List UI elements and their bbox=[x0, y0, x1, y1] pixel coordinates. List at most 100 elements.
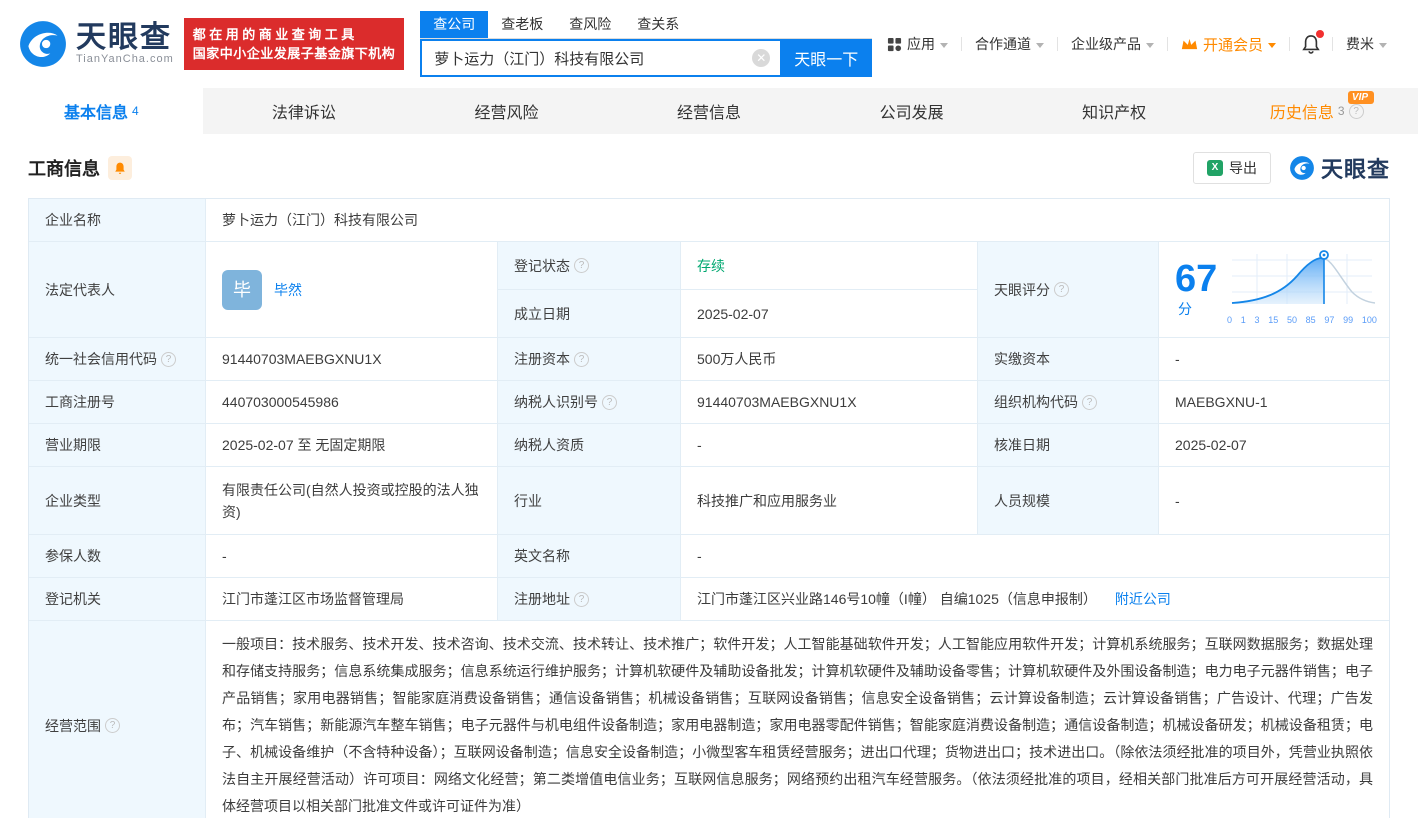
help-icon[interactable] bbox=[574, 258, 589, 273]
search-button[interactable]: 天眼一下 bbox=[780, 39, 873, 77]
tab-history-label: 历史信息 bbox=[1269, 105, 1334, 122]
slogan-line2: 国家中小企业发展子基金旗下机构 bbox=[192, 46, 396, 61]
industry-value: 科技推广和应用服务业 bbox=[681, 467, 978, 534]
table-row: 经营范围 一般项目：技术服务、技术开发、技术咨询、技术交流、技术转让、技术推广；… bbox=[29, 621, 1389, 818]
search-tab-boss[interactable]: 查老板 bbox=[488, 11, 556, 38]
tab-basic-count: 4 bbox=[131, 104, 139, 118]
field-label: 人员规模 bbox=[978, 467, 1159, 534]
top-header: 天眼查 TianYanCha.com 都在用的商业查询工具 国家中小企业发展子基… bbox=[0, 0, 1418, 88]
table-row: 企业类型 有限责任公司(自然人投资或控股的法人独资) 行业 科技推广和应用服务业… bbox=[29, 467, 1389, 535]
monitor-bell-button[interactable] bbox=[108, 156, 132, 180]
tab-history-info[interactable]: VIP 历史信息 3 bbox=[1215, 88, 1418, 134]
help-icon[interactable] bbox=[574, 591, 589, 607]
score-unit: 分 bbox=[1178, 300, 1192, 317]
table-row: 法定代表人 毕 毕然 登记状态 存续 成立日期 2025-02-07 天眼评分 bbox=[29, 242, 1389, 338]
menu-apps[interactable]: 应用 bbox=[874, 34, 961, 54]
excel-icon: X bbox=[1206, 160, 1223, 176]
field-label: 企业名称 bbox=[29, 199, 206, 241]
tab-legal[interactable]: 法律诉讼 bbox=[203, 88, 406, 134]
field-label: 统一社会信用代码 bbox=[29, 338, 206, 380]
paid-capital-value: - bbox=[1175, 351, 1180, 367]
help-icon[interactable] bbox=[602, 394, 617, 410]
menu-vip[interactable]: 开通会员 bbox=[1168, 34, 1289, 55]
score-value: 67 bbox=[1175, 257, 1218, 300]
tab-company-development[interactable]: 公司发展 bbox=[810, 88, 1013, 134]
field-label: 经营范围 bbox=[29, 621, 206, 818]
help-icon[interactable] bbox=[105, 718, 120, 733]
field-label: 注册资本 bbox=[498, 338, 681, 380]
chevron-down-icon bbox=[939, 42, 948, 48]
business-info-table: 企业名称 萝卜运力（江门）科技有限公司 法定代表人 毕 毕然 登记状态 存续 成… bbox=[28, 198, 1390, 818]
menu-apps-label: 应用 bbox=[906, 36, 935, 52]
field-label: 工商注册号 bbox=[29, 381, 206, 423]
crown-icon bbox=[1181, 38, 1198, 50]
credit-code-value: 91440703MAEBGXNU1X bbox=[206, 338, 498, 380]
search-tabs: 查公司 查老板 查风险 查关系 bbox=[420, 11, 873, 39]
search-tab-company[interactable]: 查公司 bbox=[420, 11, 489, 38]
reg-number-value: 440703000545986 bbox=[206, 381, 498, 423]
notifications-bell[interactable] bbox=[1290, 30, 1332, 54]
username: 费米 bbox=[1346, 36, 1374, 52]
tab-operating-info[interactable]: 经营信息 bbox=[608, 88, 811, 134]
menu-enterprise[interactable]: 企业级产品 bbox=[1058, 34, 1167, 54]
score-axis-ticks: 01 3 15 50 85 97 99 100 bbox=[1227, 315, 1377, 325]
reg-authority-value: 江门市蓬江区市场监督管理局 bbox=[206, 578, 498, 620]
search-tab-relation[interactable]: 查关系 bbox=[624, 11, 692, 38]
tianyancha-logo[interactable]: 天眼查 TianYanCha.com bbox=[18, 19, 174, 69]
help-icon[interactable] bbox=[1348, 103, 1364, 119]
chevron-down-icon bbox=[1268, 42, 1276, 48]
tab-basic-info[interactable]: 基本信息 4 bbox=[0, 88, 203, 134]
field-label: 纳税人识别号 bbox=[498, 381, 681, 423]
reg-status-value: 存续 bbox=[681, 242, 977, 290]
menu-partner[interactable]: 合作通道 bbox=[962, 34, 1057, 54]
user-menu[interactable]: 费米 bbox=[1333, 34, 1400, 54]
tab-legal-label: 法律诉讼 bbox=[271, 105, 336, 122]
slogan-badge: 都在用的商业查询工具 国家中小企业发展子基金旗下机构 bbox=[183, 18, 405, 70]
chevron-down-icon bbox=[1035, 42, 1044, 48]
table-row: 营业期限 2025-02-07 至 无固定期限 纳税人资质 - 核准日期 202… bbox=[29, 424, 1389, 467]
tab-intellectual-property[interactable]: 知识产权 bbox=[1013, 88, 1216, 134]
reg-capital-value: 500万人民币 bbox=[681, 338, 978, 380]
field-label: 核准日期 bbox=[978, 424, 1159, 466]
table-row: 工商注册号 440703000545986 纳税人识别号 91440703MAE… bbox=[29, 381, 1389, 424]
search-input[interactable] bbox=[420, 39, 781, 77]
score-cell: 67分 0 1 3 15 50 85 97 99 100 bbox=[1159, 242, 1389, 337]
table-row: 统一社会信用代码 91440703MAEBGXNU1X 注册资本 500万人民币… bbox=[29, 338, 1389, 381]
help-icon[interactable] bbox=[161, 351, 176, 367]
field-label: 法定代表人 bbox=[29, 242, 206, 337]
logo-swirl-icon bbox=[20, 21, 66, 67]
help-icon[interactable] bbox=[574, 351, 589, 367]
search-tab-risk[interactable]: 查风险 bbox=[556, 11, 624, 38]
legal-rep-link[interactable]: 毕然 bbox=[274, 279, 302, 301]
company-name-value: 萝卜运力（江门）科技有限公司 bbox=[222, 212, 418, 228]
watermark-brand-text: 天眼查 bbox=[1320, 157, 1390, 182]
taxpayer-id-value: 91440703MAEBGXNU1X bbox=[681, 381, 978, 423]
notification-dot bbox=[1316, 30, 1324, 38]
avatar: 毕 bbox=[222, 269, 262, 310]
score-distribution-chart: 01 3 15 50 85 97 99 100 bbox=[1227, 248, 1377, 331]
search-module: 查公司 查老板 查风险 查关系 ✕ 天眼一下 bbox=[420, 11, 873, 77]
field-label: 登记机关 bbox=[29, 578, 206, 620]
table-row: 企业名称 萝卜运力（江门）科技有限公司 bbox=[29, 199, 1389, 242]
menu-enterprise-label: 企业级产品 bbox=[1070, 36, 1141, 52]
slogan-line1: 都在用的商业查询工具 bbox=[192, 27, 358, 42]
field-label: 登记状态 bbox=[498, 242, 681, 290]
export-button[interactable]: X 导出 bbox=[1192, 152, 1271, 184]
field-label: 成立日期 bbox=[498, 290, 681, 337]
logo-swirl-icon bbox=[1290, 156, 1314, 180]
field-label: 天眼评分 bbox=[978, 242, 1159, 337]
company-type-value: 有限责任公司(自然人投资或控股的法人独资) bbox=[206, 467, 498, 534]
vip-badge: VIP bbox=[1347, 91, 1375, 104]
nearby-companies-link[interactable]: 附近公司 bbox=[1115, 588, 1171, 610]
brand-domain: TianYanCha.com bbox=[76, 53, 174, 65]
help-icon[interactable] bbox=[1054, 282, 1069, 297]
field-label: 实缴资本 bbox=[978, 338, 1159, 380]
menu-vip-label: 开通会员 bbox=[1202, 36, 1263, 54]
field-label: 行业 bbox=[498, 467, 681, 534]
chevron-down-icon bbox=[1379, 42, 1387, 48]
tab-operating-risk[interactable]: 经营风险 bbox=[405, 88, 608, 134]
tab-basic-label: 基本信息 bbox=[63, 105, 128, 122]
chevron-down-icon bbox=[1145, 42, 1154, 48]
org-code-value: MAEBGXNU-1 bbox=[1175, 394, 1268, 410]
help-icon[interactable] bbox=[1082, 394, 1097, 410]
